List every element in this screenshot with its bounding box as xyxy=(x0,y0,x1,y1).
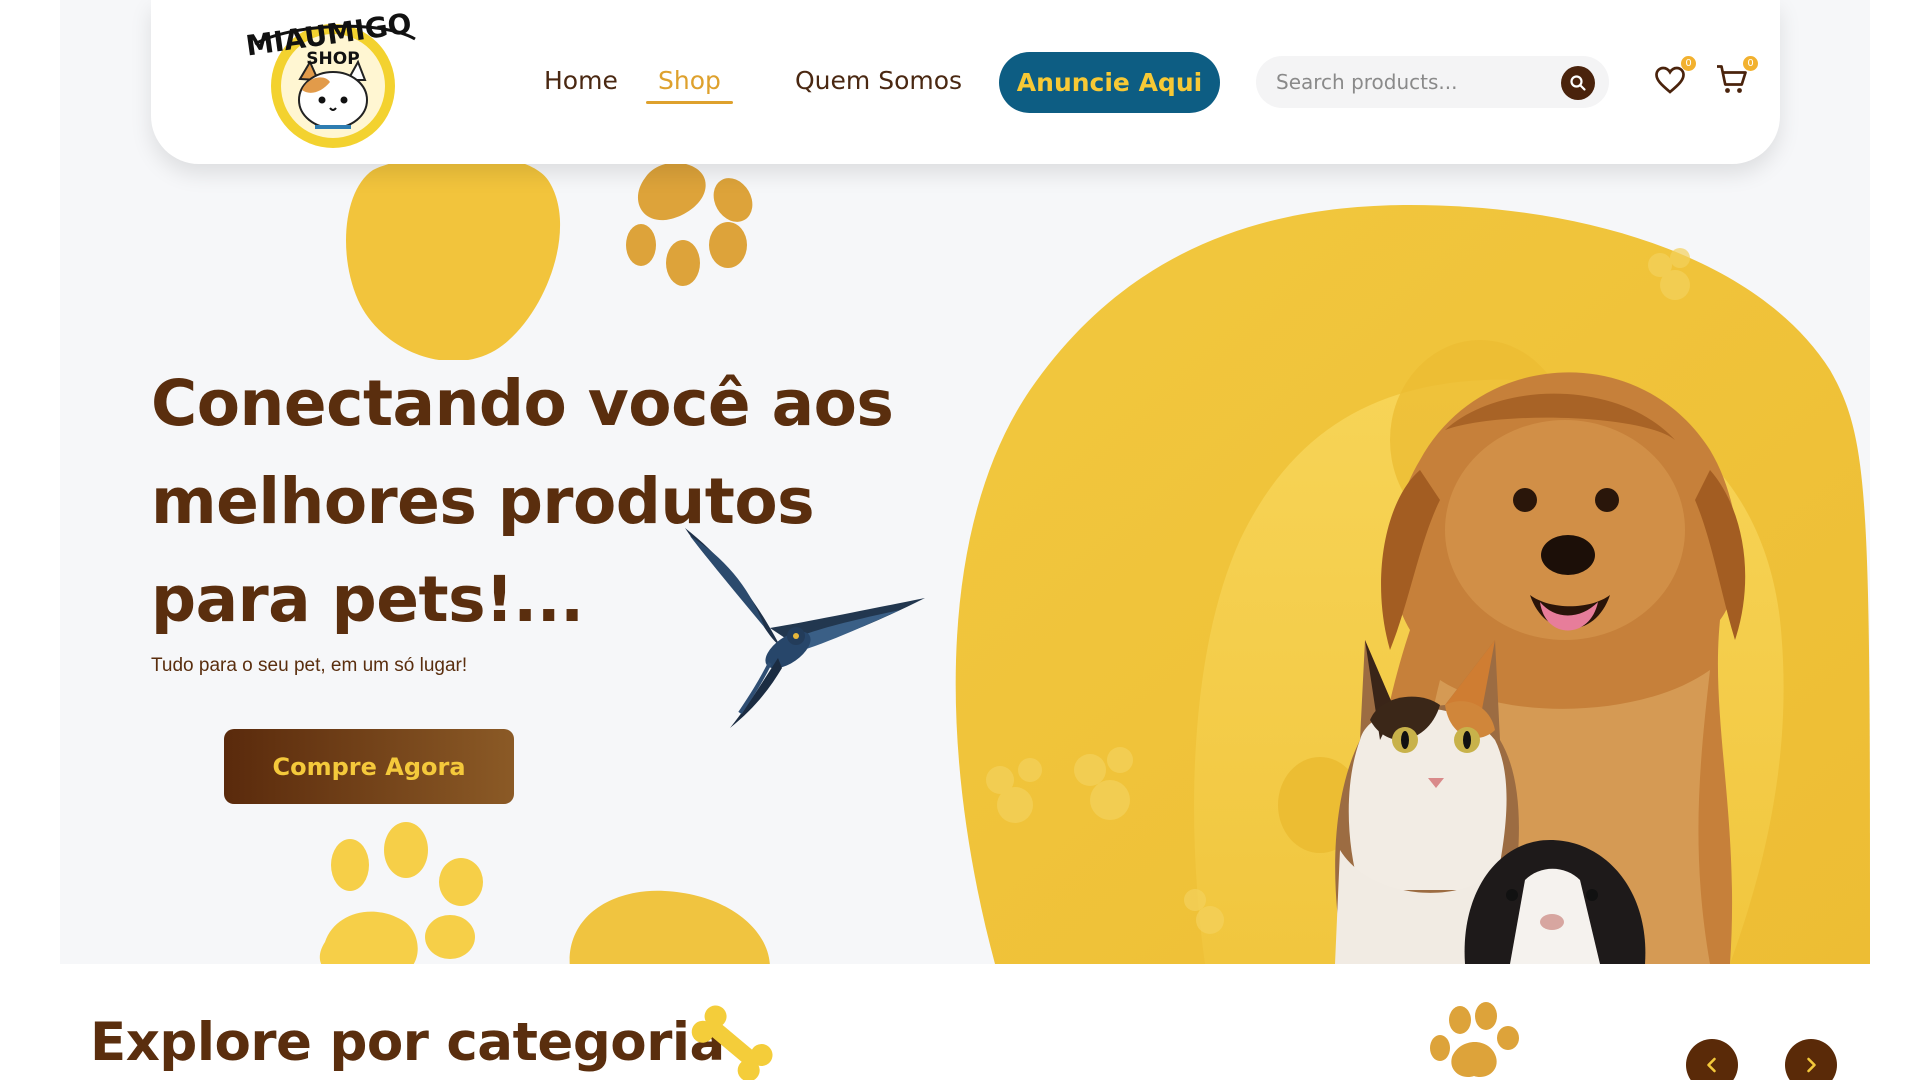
carousel-next-button[interactable] xyxy=(1785,1039,1837,1080)
paw-icon-bottom xyxy=(319,822,483,964)
brand-logo[interactable]: MIAUMIGO SHOP xyxy=(230,4,430,154)
search-icon xyxy=(1570,75,1586,91)
cart-button[interactable]: 0 xyxy=(1714,56,1758,102)
decorative-blob-bottom xyxy=(569,890,770,964)
logo-image: MIAUMIGO SHOP xyxy=(244,7,416,148)
paw-icon-section xyxy=(1430,1002,1519,1078)
search-button[interactable] xyxy=(1561,66,1595,100)
hero-pets-illustration xyxy=(955,205,1870,964)
wishlist-count-badge: 0 xyxy=(1681,56,1696,71)
advertise-button[interactable]: Anuncie Aqui xyxy=(999,52,1220,113)
carousel-prev-button[interactable] xyxy=(1686,1039,1738,1080)
hero-title: Conectando você aos melhores produtos pa… xyxy=(151,355,911,649)
hero-title-line-3: para pets!... xyxy=(151,563,584,636)
hero-title-line-1: Conectando você aos xyxy=(151,367,894,440)
chevron-right-icon xyxy=(1807,1057,1816,1073)
search-input[interactable] xyxy=(1276,66,1536,98)
wishlist-button[interactable]: 0 xyxy=(1652,56,1696,102)
bone-icon xyxy=(691,1005,773,1080)
decorative-blob-top xyxy=(346,154,561,360)
search-bar xyxy=(1256,56,1609,108)
hero-subtitle: Tudo para o seu pet, em um só lugar! xyxy=(151,655,468,676)
shop-now-button[interactable]: Compre Agora xyxy=(224,729,514,804)
cart-count-badge: 0 xyxy=(1743,56,1758,71)
logo-subtext: SHOP xyxy=(306,49,359,69)
hero-title-line-2: melhores produtos xyxy=(151,465,815,538)
nav-home[interactable]: Home xyxy=(544,66,618,95)
paw-icon-top xyxy=(626,162,753,286)
nav-quem-somos[interactable]: Quem Somos xyxy=(795,66,962,95)
category-section-title: Explore por categoria xyxy=(90,1012,725,1073)
chevron-left-icon xyxy=(1707,1057,1716,1073)
nav-shop[interactable]: Shop xyxy=(646,66,733,104)
